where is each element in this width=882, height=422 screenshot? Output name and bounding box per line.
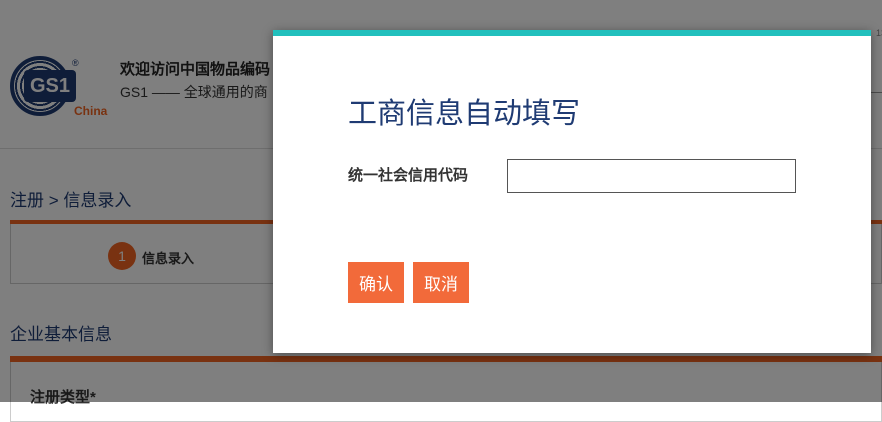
cancel-button[interactable]: 取消 <box>413 262 469 303</box>
credit-code-input[interactable] <box>507 159 796 193</box>
dialog-title: 工商信息自动填写 <box>348 98 581 130</box>
business-info-dialog: 工商信息自动填写 统一社会信用代码 确认 取消 <box>273 30 871 353</box>
credit-code-label: 统一社会信用代码 <box>348 167 469 184</box>
confirm-button[interactable]: 确认 <box>348 262 404 303</box>
